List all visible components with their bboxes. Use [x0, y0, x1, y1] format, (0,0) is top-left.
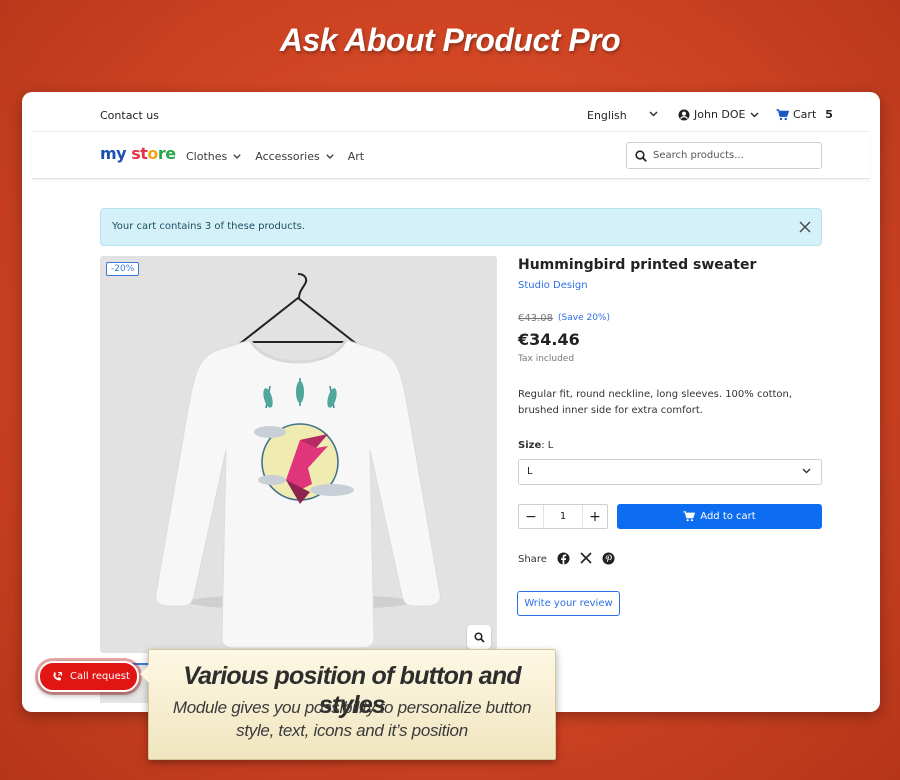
chevron-down-icon: [326, 154, 334, 159]
user-menu[interactable]: John DOE: [678, 108, 759, 121]
pinterest-icon[interactable]: [602, 552, 615, 565]
decrease-quantity-button[interactable]: −: [519, 505, 543, 528]
cart-count: 5: [825, 108, 833, 121]
product-title: Hummingbird printed sweater: [518, 257, 757, 273]
chevron-down-icon: [233, 154, 241, 159]
zoom-icon: [473, 631, 485, 643]
search-icon[interactable]: [635, 149, 647, 162]
headline: Ask About Product Pro: [279, 22, 621, 58]
top-bar: Contact us English John DOE Cart 5: [32, 92, 870, 132]
language-selector[interactable]: English: [587, 109, 627, 122]
user-name: John DOE: [694, 108, 746, 121]
cart-link[interactable]: Cart 5: [776, 108, 833, 121]
menu-item-clothes[interactable]: Clothes: [186, 150, 241, 163]
size-label: Size: L: [518, 440, 554, 451]
chevron-down-icon: [749, 111, 759, 118]
feature-callout: Various position of button and styles Mo…: [140, 649, 556, 760]
save-label: (Save 20%): [558, 313, 610, 323]
user-icon: [678, 109, 690, 120]
tax-info: Tax included: [518, 354, 575, 364]
size-select[interactable]: L: [518, 459, 822, 485]
phone-icon: [53, 671, 63, 681]
share-label: Share: [518, 554, 547, 565]
share-icons: [557, 552, 615, 565]
store-logo[interactable]: my store: [100, 144, 176, 163]
zoom-button[interactable]: [467, 625, 491, 649]
write-review-button[interactable]: Write your review: [517, 591, 620, 616]
search-box: [626, 142, 822, 169]
search-input[interactable]: [653, 150, 813, 161]
callout-pointer: [140, 665, 149, 683]
brand-link[interactable]: Studio Design: [518, 280, 588, 291]
facebook-icon[interactable]: [557, 552, 570, 565]
main-menu: Clothes Accessories Art: [186, 150, 364, 163]
close-icon[interactable]: [798, 220, 812, 234]
menu-item-accessories[interactable]: Accessories: [255, 150, 334, 163]
contact-link[interactable]: Contact us: [100, 109, 159, 122]
call-request-button[interactable]: Call request: [38, 661, 139, 692]
menu-item-art[interactable]: Art: [348, 150, 364, 163]
x-icon[interactable]: [580, 552, 592, 564]
old-price: €43.08: [518, 313, 553, 324]
quantity-stepper: − 1 +: [518, 504, 608, 529]
cart-icon: [683, 511, 696, 522]
quantity-input[interactable]: 1: [543, 505, 583, 528]
add-to-cart-button[interactable]: Add to cart: [617, 504, 822, 529]
cart-notice-text: Your cart contains 3 of these products.: [112, 221, 306, 232]
shop-window: Contact us English John DOE Cart 5 my st…: [22, 92, 880, 712]
current-price: €34.46: [518, 330, 580, 349]
product-image[interactable]: -20%: [100, 256, 497, 653]
increase-quantity-button[interactable]: +: [583, 505, 607, 528]
callout-subtext: Module gives you possibility to personal…: [172, 698, 532, 740]
cart-notice: Your cart contains 3 of these products.: [100, 208, 822, 246]
size-select-value: L: [527, 466, 533, 477]
product-description: Regular fit, round neckline, long sleeve…: [518, 389, 793, 416]
sweater-image: [155, 273, 441, 649]
cart-label: Cart: [793, 108, 817, 121]
chevron-down-icon[interactable]: [649, 111, 658, 117]
discount-badge: -20%: [106, 262, 140, 276]
cart-icon: [776, 108, 789, 120]
chevron-down-icon: [802, 468, 811, 474]
nav-bar: my store Clothes Accessories Art: [32, 133, 870, 179]
